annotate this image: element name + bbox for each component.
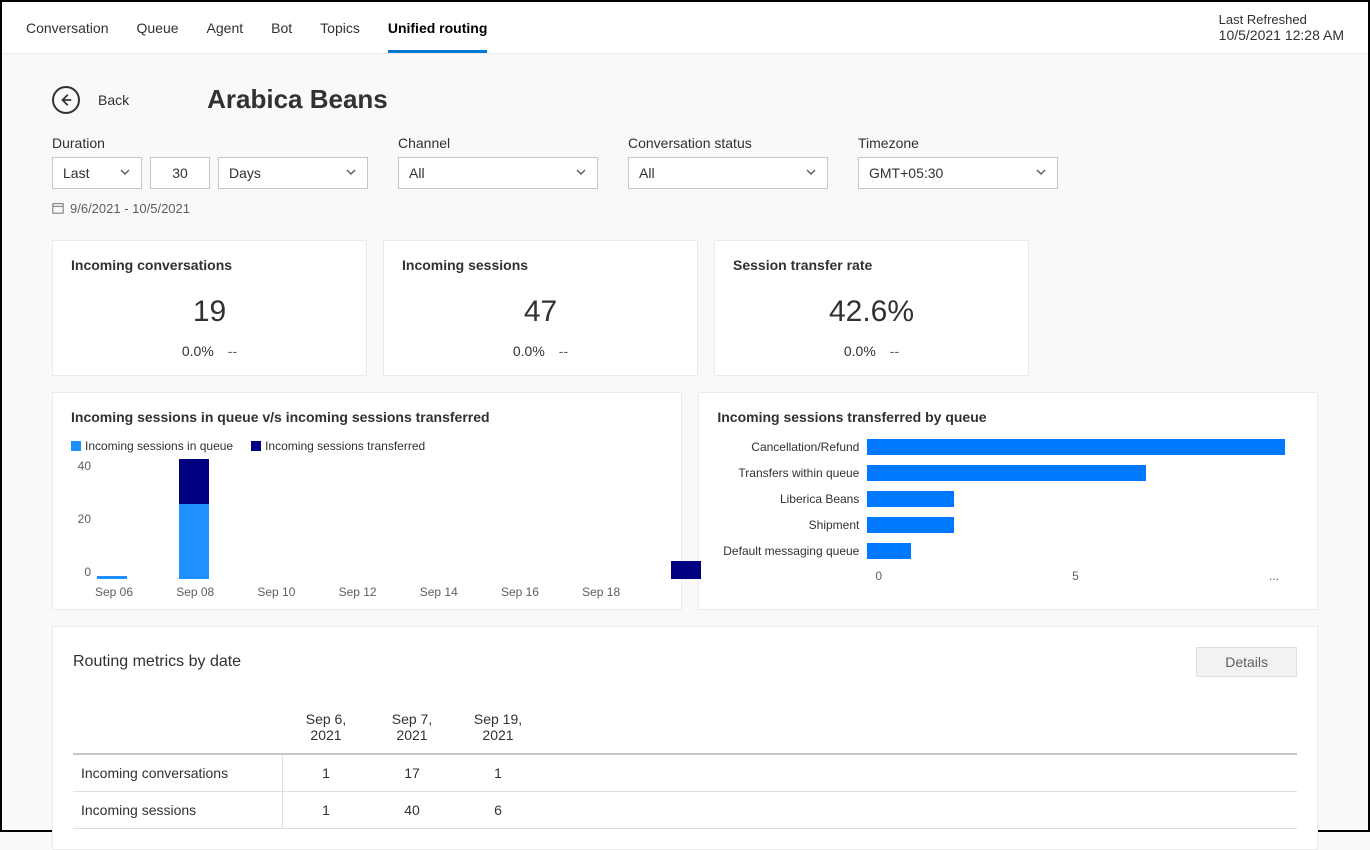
chevron-down-icon [119,165,131,181]
table-row: Incoming sessions 1 40 6 [73,792,1297,829]
kpi-incoming-conversations: Incoming conversations 19 0.0%-- [52,240,367,376]
duration-unit-select[interactable]: Days [218,157,368,189]
hbar-row: Transfers within queue [717,465,1299,481]
bar-column [671,561,701,579]
conv-status-select[interactable]: All [628,157,828,189]
details-button[interactable]: Details [1196,647,1297,677]
conv-status-value: All [639,165,655,181]
tab-topics[interactable]: Topics [320,12,360,53]
conv-status-label: Conversation status [628,135,828,151]
duration-unit-value: Days [229,165,261,181]
kpi-session-transfer-rate: Session transfer rate 42.6% 0.0%-- [714,240,1029,376]
duration-scope-select[interactable]: Last [52,157,142,189]
tab-unified-routing[interactable]: Unified routing [388,12,488,53]
routing-metrics-card: Routing metrics by date Details Sep 6, 2… [52,626,1318,850]
duration-count-value: 30 [172,165,188,181]
last-refreshed-label: Last Refreshed [1219,12,1344,27]
back-label[interactable]: Back [98,92,129,108]
channel-label: Channel [398,135,598,151]
timezone-label: Timezone [858,135,1058,151]
duration-range: 9/6/2021 - 10/5/2021 [52,201,368,216]
tab-queue[interactable]: Queue [137,12,179,53]
chart-transferred-by-queue: Incoming sessions transferred by queue C… [698,392,1318,610]
table-row: Incoming conversations 1 17 1 [73,755,1297,792]
chevron-down-icon [345,165,357,181]
top-tabs: Conversation Queue Agent Bot Topics Unif… [26,12,487,53]
duration-scope-value: Last [63,165,89,181]
duration-count-input[interactable]: 30 [150,157,210,189]
legend-sessions-in-queue: Incoming sessions in queue [71,439,233,453]
tab-agent[interactable]: Agent [207,12,244,53]
calendar-icon [52,202,66,216]
arrow-left-icon [59,93,73,107]
tab-bot[interactable]: Bot [271,12,292,53]
routing-metrics-title: Routing metrics by date [73,653,241,671]
last-refreshed-value: 10/5/2021 12:28 AM [1219,27,1344,43]
channel-value: All [409,165,425,181]
channel-select[interactable]: All [398,157,598,189]
bar-column [97,576,127,579]
back-button[interactable] [52,86,80,114]
last-refreshed: Last Refreshed 10/5/2021 12:28 AM [1219,12,1344,51]
chart-sessions-queue-vs-transferred: Incoming sessions in queue v/s incoming … [52,392,682,610]
timezone-select[interactable]: GMT+05:30 [858,157,1058,189]
page-title: Arabica Beans [207,84,388,115]
timezone-value: GMT+05:30 [869,165,943,181]
chevron-down-icon [805,165,817,181]
hbar-row: Liberica Beans [717,491,1299,507]
kpi-incoming-sessions: Incoming sessions 47 0.0%-- [383,240,698,376]
duration-label: Duration [52,135,368,151]
hbar-row: Cancellation/Refund [717,439,1299,455]
tab-conversation[interactable]: Conversation [26,12,109,53]
chevron-down-icon [1035,165,1047,181]
legend-sessions-transferred: Incoming sessions transferred [251,439,425,453]
hbar-row: Default messaging queue [717,543,1299,559]
chevron-down-icon [575,165,587,181]
hbar-row: Shipment [717,517,1299,533]
bar-column [179,459,209,579]
